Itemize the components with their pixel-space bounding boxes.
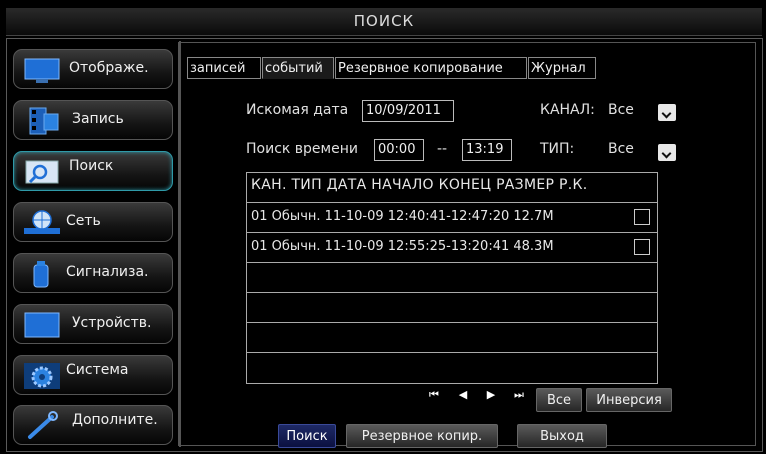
sidebar-item-display[interactable]: Отображе. [13, 49, 173, 89]
channel-label: КАНАЛ: [540, 102, 595, 118]
table-row-empty [247, 263, 657, 293]
network-globe-icon [24, 210, 60, 234]
tab-backup[interactable]: Резервное копирование [335, 57, 527, 79]
sidebar-item-label: Сеть [66, 213, 101, 229]
type-label: ТИП: [540, 141, 575, 157]
first-page-icon[interactable]: ⏮ [427, 386, 441, 404]
monitor-icon [24, 58, 60, 83]
row-text: 01 Обычн. 11-10-09 12:40:41-12:47:20 12.… [251, 209, 554, 224]
magnifier-icon [25, 160, 59, 184]
row-text: 01 Обычн. 11-10-09 12:55:25-13:20:41 48.… [251, 239, 554, 254]
channel-dropdown-button[interactable] [658, 104, 676, 121]
table-row-empty [247, 323, 657, 353]
tab-events[interactable]: событий [262, 57, 334, 79]
device-screen-icon [24, 312, 60, 338]
sidebar-item-label: Поиск [69, 158, 114, 174]
sidebar-item-label: Дополните. [72, 412, 158, 428]
time-to-field[interactable]: 13:19 [462, 139, 512, 161]
search-button[interactable]: Поиск [278, 424, 336, 448]
table-row[interactable]: 01 Обычн. 11-10-09 12:55:25-13:20:41 48.… [247, 233, 657, 263]
alarm-siren-icon [33, 261, 49, 288]
sidebar-item-label: Устройств. [72, 315, 152, 331]
backup-button[interactable]: Резервное копир. [346, 424, 498, 448]
table-row-empty [247, 353, 657, 383]
time-label: Поиск времени [246, 141, 358, 157]
channel-value: Все [608, 102, 634, 118]
date-field[interactable]: 10/09/2011 [362, 100, 454, 122]
type-value: Все [608, 141, 634, 157]
table-row[interactable]: 01 Обычн. 11-10-09 12:40:41-12:47:20 12.… [247, 203, 657, 233]
type-dropdown-button[interactable] [658, 144, 676, 161]
table-header: КАН. ТИП ДАТА НАЧАЛО КОНЕЦ РАЗМЕР Р.К. [247, 173, 657, 203]
sidebar-item-advanced[interactable]: Дополните. [13, 405, 173, 445]
window-title: ПОИСК [6, 8, 762, 36]
exit-button[interactable]: Выход [517, 424, 607, 448]
sidebar-item-label: Сигнализа. [66, 264, 149, 280]
date-label: Искомая дата [246, 102, 349, 118]
results-table: КАН. ТИП ДАТА НАЧАЛО КОНЕЦ РАЗМЕР Р.К. 0… [246, 172, 658, 384]
gear-icon [24, 363, 60, 389]
time-from-field[interactable]: 00:00 [374, 139, 424, 161]
wrench-icon [28, 411, 58, 439]
invert-selection-button[interactable]: Инверсия [586, 388, 672, 412]
row-checkbox[interactable] [634, 209, 650, 225]
next-page-icon[interactable]: ▶ [484, 386, 498, 404]
tab-log[interactable]: Журнал [528, 57, 596, 79]
film-icon [29, 107, 59, 135]
time-separator: -- [437, 141, 448, 157]
select-all-button[interactable]: Все [536, 388, 582, 412]
sidebar-item-label: Система [66, 362, 129, 378]
last-page-icon[interactable]: ⏭ [512, 386, 526, 404]
sidebar-item-label: Запись [72, 111, 124, 127]
sidebar-item-alarm[interactable]: Сигнализа. [13, 253, 173, 293]
sidebar-item-label: Отображе. [69, 60, 149, 76]
sidebar-item-devices[interactable]: Устройств. [13, 304, 173, 344]
tab-records[interactable]: записей [187, 57, 261, 79]
sidebar-item-record[interactable]: Запись [13, 100, 173, 140]
prev-page-icon[interactable]: ◀ [456, 386, 470, 404]
table-row-empty [247, 293, 657, 323]
sidebar-item-system[interactable]: Система [13, 355, 173, 395]
sidebar-item-search[interactable]: Поиск [13, 151, 173, 191]
sidebar-item-network[interactable]: Сеть [13, 202, 173, 242]
table-header-text: КАН. ТИП ДАТА НАЧАЛО КОНЕЦ РАЗМЕР Р.К. [251, 177, 588, 193]
row-checkbox[interactable] [634, 239, 650, 255]
